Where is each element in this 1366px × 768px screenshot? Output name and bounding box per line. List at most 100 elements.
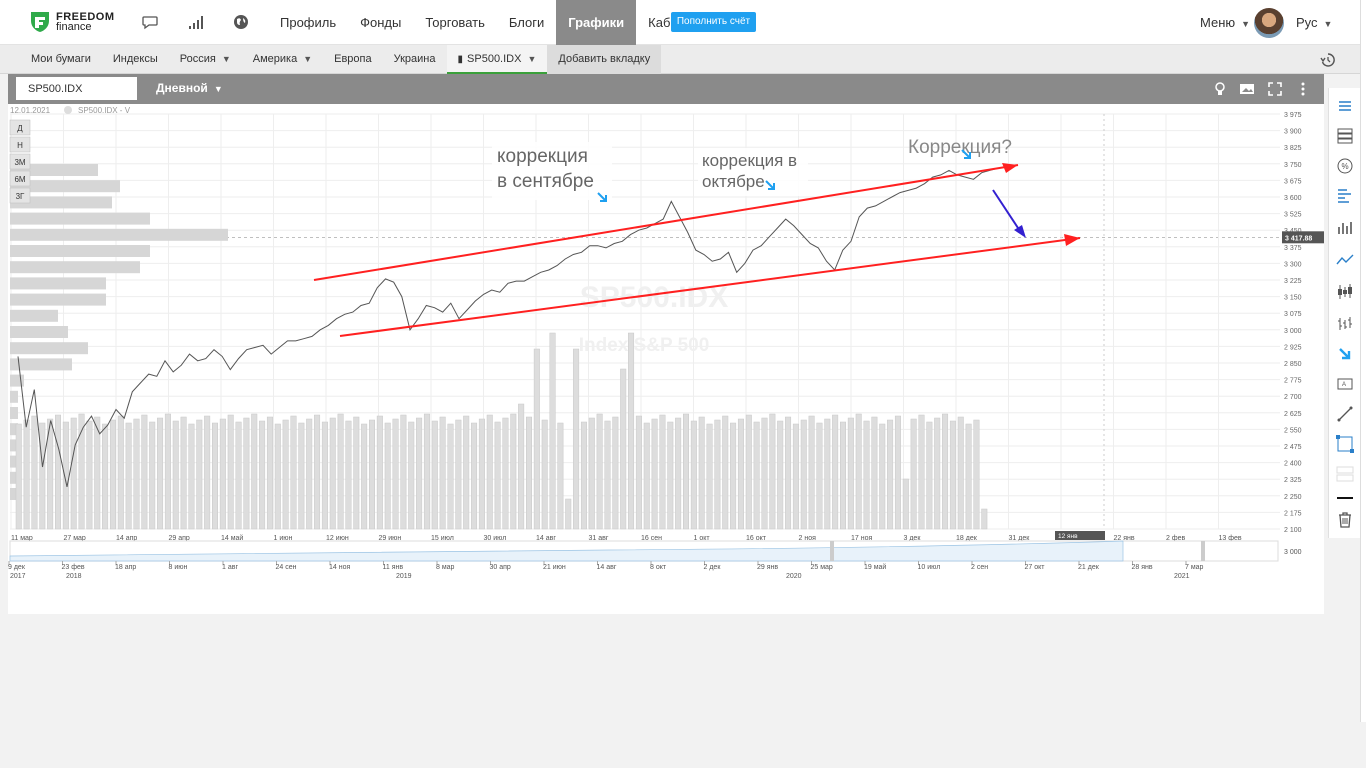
price-tick-label: 3 000 <box>1284 328 1302 335</box>
annotation-text[interactable]: Коррекция? <box>908 137 1012 158</box>
upper-trend-line[interactable] <box>313 164 1019 281</box>
annotations[interactable]: коррекция в сентябре коррекция в октябре… <box>492 137 1012 202</box>
legend-series: SP500.IDX - V <box>78 106 131 115</box>
volume-bar <box>714 419 721 530</box>
volume-bar <box>643 422 650 530</box>
history-icon[interactable] <box>1320 52 1336 68</box>
menu-button[interactable]: Меню ▼ <box>1200 15 1250 30</box>
period-button-label: 6М <box>14 175 25 184</box>
horizontal-bars-icon[interactable] <box>1335 186 1355 206</box>
trend-line-tool-icon[interactable] <box>1335 404 1355 424</box>
navigator-tick-label: 8 окт <box>650 564 667 571</box>
trash-icon[interactable] <box>1335 510 1355 530</box>
candlestick-icon[interactable] <box>1335 282 1355 302</box>
percent-icon[interactable]: % <box>1335 156 1355 176</box>
volume-bar <box>745 414 752 530</box>
period-button[interactable]: 3М <box>9 153 31 170</box>
tab-label: SP500.IDX <box>467 53 522 65</box>
tab-indices[interactable]: Индексы <box>102 45 169 74</box>
bar-chart-icon[interactable] <box>1335 218 1355 238</box>
nav-funds[interactable]: Фонды <box>348 0 413 45</box>
signal-bars-icon[interactable] <box>187 13 205 31</box>
line-style-thin-icon[interactable] <box>1335 464 1355 484</box>
navigator-tick-label: 23 фев <box>62 564 85 571</box>
volume-bar <box>392 418 399 530</box>
period-button[interactable]: 3Г <box>9 187 31 204</box>
volume-bar <box>259 420 266 530</box>
volume-bar <box>871 416 878 530</box>
price-tick-label: 2 175 <box>1284 510 1302 517</box>
arrow-head <box>1014 225 1026 238</box>
annotation-text[interactable]: коррекция <box>497 146 588 167</box>
volume-bar <box>698 416 705 530</box>
volume-bar <box>306 418 313 530</box>
price-chart[interactable]: SP500.IDX Index S&P 500 коррекция в сент… <box>8 104 1324 614</box>
period-button[interactable]: Д <box>9 119 31 136</box>
tab-america[interactable]: Америка ▼ <box>242 45 323 74</box>
navigator[interactable]: 3 000 9 дек 23 фев 18 апр 8 июн 1 авг 24 сен 14… <box>8 540 1302 580</box>
line-style-thick-icon[interactable] <box>1335 488 1355 508</box>
volume-bar <box>447 423 454 530</box>
volume-bar <box>683 413 689 530</box>
navigator-year-label: 2017 <box>10 573 26 580</box>
watchlist-tabs-bar: Мои бумаги Индексы Россия ▼ Америка ▼ Евро… <box>0 45 1360 74</box>
volume-bar <box>463 415 470 530</box>
text-tool-icon[interactable]: A <box>1335 374 1355 394</box>
price-tick-label: 2 325 <box>1284 477 1302 484</box>
period-dropdown[interactable]: Дневной ▼ <box>156 81 223 95</box>
layers-icon[interactable] <box>1335 126 1355 146</box>
date-highlight-label: 12 янв <box>1058 533 1078 540</box>
page-scrollbar[interactable] <box>1360 0 1366 722</box>
volume-bar <box>266 416 273 530</box>
volume-bar <box>243 417 250 530</box>
volume-bar <box>133 418 140 530</box>
annotation-text[interactable]: октябре <box>702 172 765 191</box>
volume-bar <box>455 419 462 530</box>
topup-account-button[interactable]: Пополнить счёт <box>671 12 756 32</box>
navigator-tick-label: 2 сен <box>971 564 988 571</box>
volume-bar <box>337 413 344 530</box>
ohlc-bars-icon[interactable] <box>1335 314 1355 334</box>
user-avatar[interactable] <box>1254 8 1284 38</box>
volume-bar <box>675 417 682 530</box>
freedom-finance-logo[interactable]: FREEDOM finance <box>30 11 115 33</box>
blue-arrow-icon[interactable] <box>1335 344 1355 364</box>
tab-ukraine[interactable]: Украина <box>383 45 447 74</box>
volume-bar <box>164 413 171 530</box>
period-buttons[interactable]: ДН 3М 6М 3Г <box>9 119 31 204</box>
volume-bar <box>274 423 281 530</box>
period-button[interactable]: Н <box>9 136 31 153</box>
add-tab-button[interactable]: Добавить вкладку <box>547 45 662 74</box>
image-icon[interactable] <box>1239 81 1255 97</box>
nav-trade[interactable]: Торговать <box>413 0 497 45</box>
hamburger-menu-icon[interactable] <box>1335 96 1355 116</box>
rectangle-tool-icon[interactable] <box>1335 434 1355 454</box>
legend-dot-icon <box>64 106 72 114</box>
navigator-tick-label: 19 май <box>864 563 886 571</box>
tab-russia[interactable]: Россия ▼ <box>169 45 242 74</box>
volume-bar <box>549 332 556 530</box>
tab-europe[interactable]: Европа <box>323 45 383 74</box>
chat-icon[interactable] <box>141 13 159 31</box>
period-button[interactable]: 6М <box>9 170 31 187</box>
lightbulb-icon[interactable] <box>1212 81 1228 97</box>
lower-trend-line[interactable] <box>339 237 1081 337</box>
price-tick-label: 2 925 <box>1284 344 1302 351</box>
more-vertical-icon[interactable] <box>1295 81 1311 97</box>
volume-bar <box>981 508 988 530</box>
line-chart-icon[interactable] <box>1335 250 1355 270</box>
symbol-input[interactable] <box>16 77 137 100</box>
tab-sp500[interactable]: ▮ SP500.IDX ▼ <box>446 45 548 74</box>
language-selector[interactable]: Рус ▼ <box>1296 15 1332 30</box>
price-tick-label: 3 225 <box>1284 278 1302 285</box>
volume-bar <box>651 418 658 530</box>
nav-profile[interactable]: Профиль <box>268 0 348 45</box>
globe-icon[interactable] <box>232 13 250 31</box>
nav-blogs[interactable]: Блоги <box>497 0 556 45</box>
volume-bar <box>722 415 729 530</box>
nav-charts[interactable]: Графики <box>556 0 637 45</box>
fullscreen-icon[interactable] <box>1267 81 1283 97</box>
tab-my-securities[interactable]: Мои бумаги <box>20 45 102 74</box>
annotation-text[interactable]: коррекция в <box>702 151 797 170</box>
annotation-text[interactable]: в сентябре <box>497 171 594 192</box>
